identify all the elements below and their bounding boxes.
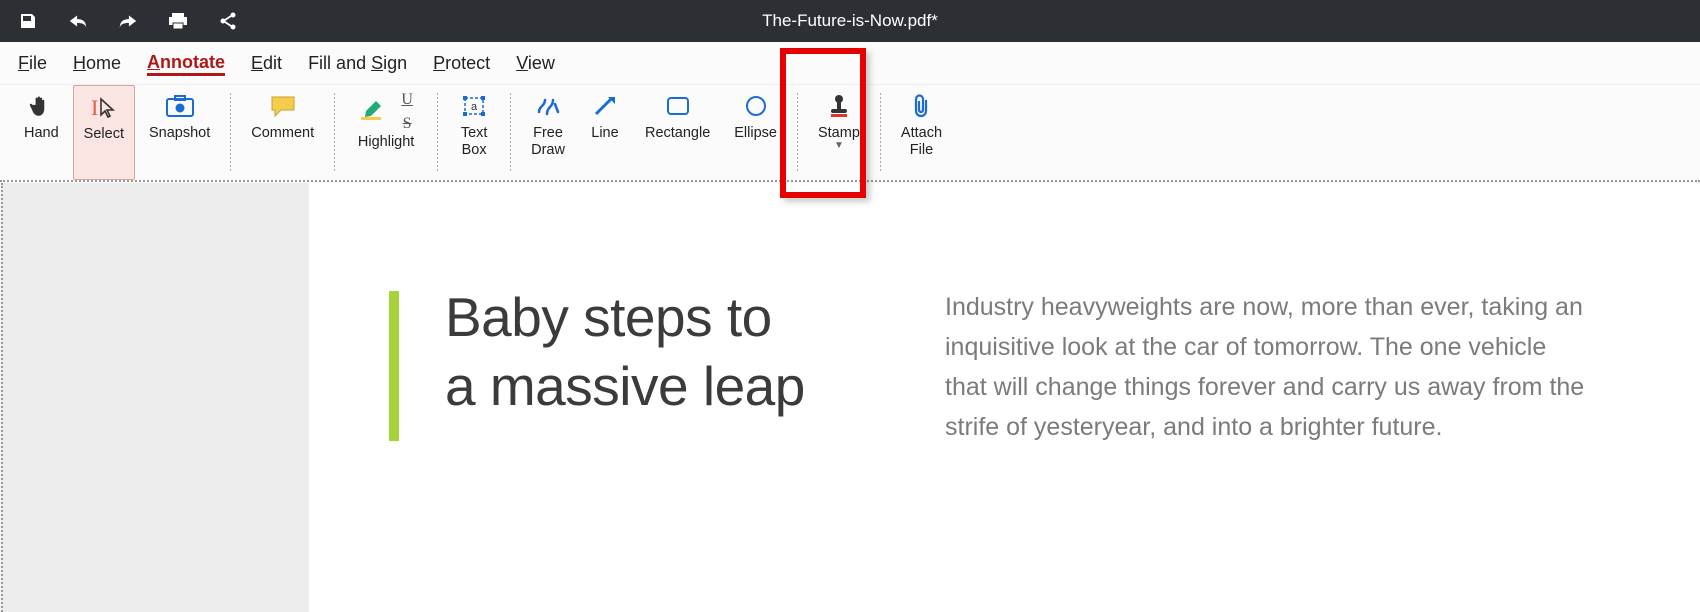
camera-icon — [164, 91, 196, 121]
paperclip-icon — [905, 91, 937, 121]
separator — [334, 93, 335, 172]
highlight-button[interactable]: U S Highlight — [345, 85, 427, 180]
svg-text:I: I — [91, 95, 98, 120]
comment-button[interactable]: Comment — [241, 85, 324, 180]
separator — [230, 93, 231, 172]
select-icon: I — [88, 92, 120, 122]
document-headline: Baby steps to a massive leap — [445, 283, 925, 612]
attach-label-2: File — [910, 142, 933, 159]
ellipse-button[interactable]: Ellipse — [724, 85, 787, 180]
redo-icon[interactable] — [118, 11, 138, 31]
ellipse-icon — [740, 91, 772, 121]
stamp-icon — [823, 91, 855, 121]
menu-file[interactable]: File — [18, 51, 47, 76]
textbox-button[interactable]: a Text Box — [448, 85, 500, 180]
svg-text:a: a — [471, 101, 478, 113]
select-tool-button[interactable]: I Select — [73, 85, 135, 180]
hand-label: Hand — [24, 125, 59, 142]
ribbon-toolbar: Hand I Select Snapshot Comment U S — [0, 84, 1700, 182]
menu-home[interactable]: Home — [73, 51, 121, 76]
hand-tool-button[interactable]: Hand — [14, 85, 69, 180]
freedraw-label-2: Draw — [531, 142, 565, 159]
menu-fill-sign[interactable]: Fill and Sign — [308, 51, 407, 76]
highlight-label: Highlight — [358, 134, 414, 151]
strikethrough-icon[interactable]: S — [397, 115, 417, 133]
underline-icon[interactable]: U — [397, 91, 417, 109]
highlighter-icon — [355, 95, 387, 125]
rectangle-label: Rectangle — [645, 125, 710, 142]
chevron-down-icon: ▼ — [834, 140, 844, 152]
textbox-label-2: Box — [462, 142, 487, 159]
menu-annotate[interactable]: Annotate — [147, 50, 225, 76]
freedraw-label-1: Free — [533, 125, 563, 142]
share-icon[interactable] — [218, 11, 238, 31]
line-button[interactable]: Line — [579, 85, 631, 180]
comment-label: Comment — [251, 125, 314, 142]
rectangle-icon — [662, 91, 694, 121]
comment-icon — [267, 91, 299, 121]
accent-bar — [389, 291, 399, 441]
menu-edit[interactable]: Edit — [251, 51, 282, 76]
titlebar-quick-actions — [18, 11, 238, 31]
textbox-icon: a — [458, 91, 490, 121]
print-icon[interactable] — [168, 11, 188, 31]
line-icon — [589, 91, 621, 121]
textbox-label-1: Text — [461, 125, 488, 142]
freedraw-icon — [532, 91, 564, 121]
document-workspace: Baby steps to a massive leap Industry he… — [1, 183, 1700, 612]
menu-protect[interactable]: Protect — [433, 51, 490, 76]
separator — [437, 93, 438, 172]
select-label: Select — [84, 126, 124, 143]
document-page[interactable]: Baby steps to a massive leap Industry he… — [309, 183, 1700, 612]
freedraw-button[interactable]: Free Draw — [521, 85, 575, 180]
rectangle-button[interactable]: Rectangle — [635, 85, 720, 180]
menu-bar: File Home Annotate Edit Fill and Sign Pr… — [0, 42, 1700, 84]
undo-icon[interactable] — [68, 11, 88, 31]
attach-label-1: Attach — [901, 125, 942, 142]
separator — [510, 93, 511, 172]
ellipse-label: Ellipse — [734, 125, 777, 142]
title-bar: The-Future-is-Now.pdf* — [0, 0, 1700, 42]
document-body-text: Industry heavyweights are now, more than… — [945, 287, 1585, 612]
headline-line-1: Baby steps to — [445, 286, 772, 348]
snapshot-button[interactable]: Snapshot — [139, 85, 220, 180]
attach-file-button[interactable]: Attach File — [891, 85, 952, 180]
menu-view[interactable]: View — [516, 51, 555, 76]
separator — [880, 93, 881, 172]
headline-line-2: a massive leap — [445, 355, 805, 417]
separator — [797, 93, 798, 172]
save-icon[interactable] — [18, 11, 38, 31]
hand-icon — [25, 91, 57, 121]
document-title: The-Future-is-Now.pdf* — [0, 11, 1700, 31]
snapshot-label: Snapshot — [149, 125, 210, 142]
stamp-button[interactable]: Stamp ▼ — [808, 85, 870, 180]
line-label: Line — [591, 125, 618, 142]
